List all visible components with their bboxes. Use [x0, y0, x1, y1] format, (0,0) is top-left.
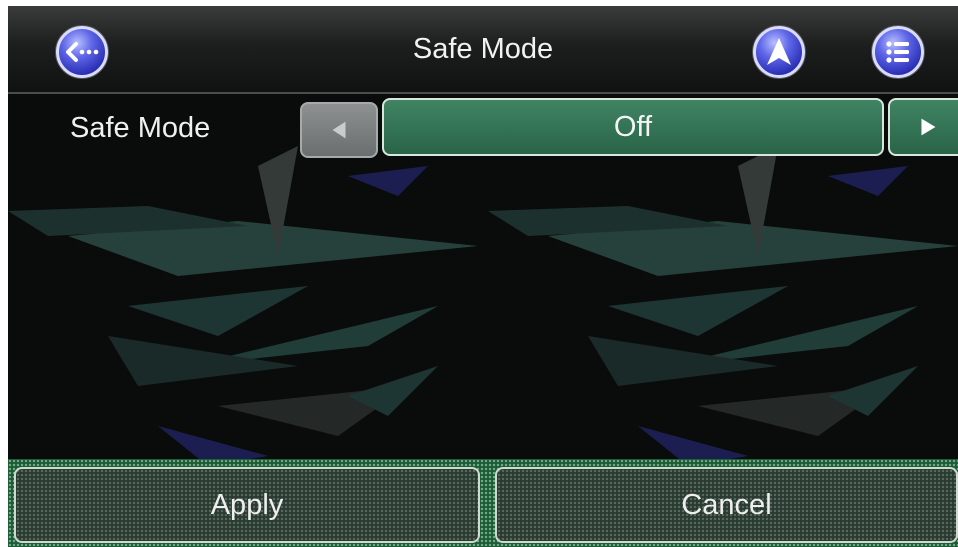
back-button[interactable] [56, 26, 108, 78]
previous-option-button[interactable] [300, 102, 378, 158]
page-title: Safe Mode [412, 33, 554, 65]
setting-label: Safe Mode [70, 112, 211, 144]
triangle-left-icon [332, 121, 346, 139]
navigation-arrow-icon [767, 38, 791, 65]
menu-button[interactable] [872, 26, 924, 78]
screen: Safe Mode Safe Mode Off Apply Cancel [8, 6, 958, 547]
back-arrow-icon [66, 42, 99, 62]
cancel-button[interactable]: Cancel [495, 467, 958, 543]
setting-value[interactable]: Off [382, 98, 884, 156]
navigation-button[interactable] [753, 26, 805, 78]
footer-bar: Apply Cancel [8, 459, 958, 547]
apply-button[interactable]: Apply [14, 467, 480, 543]
next-option-button[interactable] [888, 98, 958, 156]
triangle-right-icon [921, 118, 936, 136]
header-bar: Safe Mode [8, 6, 958, 94]
menu-list-icon [886, 41, 909, 63]
